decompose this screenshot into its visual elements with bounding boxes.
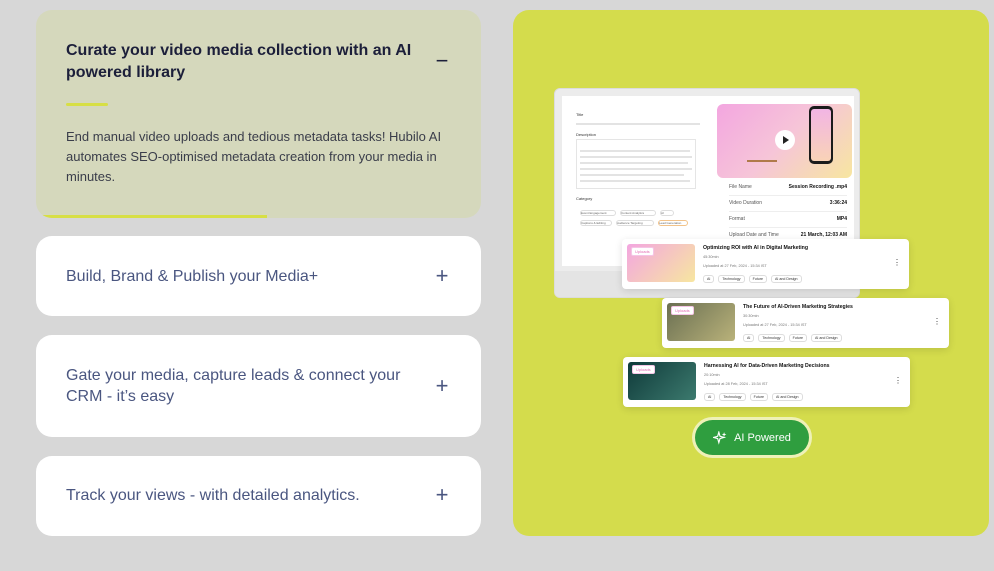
upload-duration: 20:10min xyxy=(704,373,720,377)
accordion-title[interactable]: Curate your video media collection with … xyxy=(66,40,426,84)
uploads-badge: Uploads xyxy=(631,247,654,256)
divider xyxy=(729,211,847,212)
phone-illustration xyxy=(809,106,833,164)
plus-icon[interactable]: + xyxy=(429,482,455,508)
form-line xyxy=(580,156,692,158)
detail-key: Upload Date and Time xyxy=(729,232,779,238)
category-chip: Captions & Editing xyxy=(580,220,612,226)
form-category-label: Category xyxy=(576,196,593,201)
more-options-icon[interactable]: ⋮ xyxy=(933,318,941,326)
play-icon[interactable] xyxy=(775,130,795,150)
accordion-item-curate[interactable]: Curate your video media collection with … xyxy=(36,10,481,218)
upload-date: Uploaded at 27 Feb, 2024 - 15:34 IST xyxy=(743,323,807,327)
upload-card[interactable]: Uploads Harnessing AI for Data-Driven Ma… xyxy=(623,357,910,407)
accordion-item-track[interactable]: Track your views - with detailed analyti… xyxy=(36,456,481,536)
video-detail-row: Video Duration 3:36:24 xyxy=(729,198,847,208)
detail-value: MP4 xyxy=(836,216,847,222)
feature-preview-panel: Title Description Category Event Engagem… xyxy=(513,10,989,536)
video-detail-row: File Name Session Recording .mp4 xyxy=(729,182,847,192)
upload-duration: 45:30min xyxy=(703,255,719,259)
progress-fill xyxy=(36,215,268,218)
tag: AI and Design xyxy=(770,275,802,283)
tag: AI xyxy=(704,393,716,401)
divider xyxy=(729,195,847,196)
phone-screen xyxy=(811,109,831,161)
form-line xyxy=(576,123,700,125)
progress-bar xyxy=(36,215,481,218)
form-description-label: Description xyxy=(576,132,597,137)
minus-icon[interactable]: − xyxy=(429,48,455,74)
plus-icon[interactable]: + xyxy=(429,373,455,399)
tag: Technology xyxy=(719,393,746,401)
chairs-illustration xyxy=(747,148,777,162)
uploads-badge: Uploads xyxy=(671,306,694,315)
tag: Future xyxy=(788,334,807,342)
upload-tags: AI Technology Future AI and Design xyxy=(704,393,803,401)
upload-card[interactable]: Uploads The Future of AI-Driven Marketin… xyxy=(662,298,949,348)
form-line xyxy=(580,180,690,182)
metadata-form: Title Description Category Event Engagem… xyxy=(570,106,705,256)
form-line xyxy=(580,168,692,170)
video-detail-row: Format MP4 xyxy=(729,214,847,224)
tag: AI and Design xyxy=(771,393,803,401)
video-details-card: File Name Session Recording .mp4 Video D… xyxy=(717,104,852,259)
category-chip: Event Engagement xyxy=(580,210,616,216)
detail-key: File Name xyxy=(729,184,752,190)
tag: Future xyxy=(749,393,768,401)
more-options-icon[interactable]: ⋮ xyxy=(893,259,901,267)
accordion-title[interactable]: Build, Brand & Publish your Media+ xyxy=(66,266,426,287)
category-chip: Content Analytics xyxy=(620,210,656,216)
upload-date: Uploaded at 28 Feb, 2024 - 15:34 IST xyxy=(704,382,768,386)
upload-tags: AI Technology Future AI and Design xyxy=(703,275,802,283)
tag: Technology xyxy=(718,275,745,283)
divider xyxy=(729,227,847,228)
accordion-item-gate[interactable]: Gate your media, capture leads & connect… xyxy=(36,335,481,437)
more-options-icon[interactable]: ⋮ xyxy=(894,377,902,385)
upload-title: Optimizing ROI with AI in Digital Market… xyxy=(703,245,808,251)
detail-value: Session Recording .mp4 xyxy=(788,184,847,190)
accordion-body-text: End manual video uploads and tedious met… xyxy=(66,129,442,184)
category-chip: Audience Targeting xyxy=(616,220,654,226)
ai-powered-label: AI Powered xyxy=(734,431,791,444)
upload-duration: 30:30min xyxy=(743,314,759,318)
upload-thumbnail: Uploads xyxy=(667,303,735,341)
detail-key: Video Duration xyxy=(729,200,762,206)
tag: AI and Design xyxy=(810,334,842,342)
detail-key: Format xyxy=(729,216,745,222)
accordion-title[interactable]: Gate your media, capture leads & connect… xyxy=(66,365,426,407)
upload-title: The Future of AI-Driven Marketing Strate… xyxy=(743,304,853,310)
accordion-title[interactable]: Track your views - with detailed analyti… xyxy=(66,485,426,506)
video-thumbnail xyxy=(717,104,852,178)
accordion-item-build[interactable]: Build, Brand & Publish your Media+ + xyxy=(36,236,481,316)
sparkle-icon xyxy=(713,430,727,445)
form-line xyxy=(580,162,688,164)
tag: Technology xyxy=(758,334,785,342)
ai-powered-button[interactable]: AI Powered xyxy=(695,420,809,455)
detail-value: 3:36:24 xyxy=(829,200,847,206)
plus-icon[interactable]: + xyxy=(429,263,455,289)
form-title-label: Title xyxy=(576,112,584,117)
upload-card[interactable]: Uploads Optimizing ROI with AI in Digita… xyxy=(622,239,909,289)
accent-divider xyxy=(66,103,108,106)
tag: AI xyxy=(743,334,755,342)
form-line xyxy=(580,150,690,152)
form-line xyxy=(580,174,684,176)
category-chip: Lead Generation xyxy=(658,220,688,226)
upload-title: Harnessing AI for Data-Driven Marketing … xyxy=(704,363,830,369)
category-chip: AI xyxy=(660,210,674,216)
upload-tags: AI Technology Future AI and Design xyxy=(743,334,842,342)
uploads-badge: Uploads xyxy=(632,365,655,374)
upload-date: Uploaded at 27 Feb, 2024 - 15:34 IST xyxy=(703,264,767,268)
upload-thumbnail: Uploads xyxy=(627,244,695,282)
tag: Future xyxy=(748,275,767,283)
tag: AI xyxy=(703,275,715,283)
upload-thumbnail: Uploads xyxy=(628,362,696,400)
detail-value: 21 March, 12:03 AM xyxy=(800,232,847,238)
